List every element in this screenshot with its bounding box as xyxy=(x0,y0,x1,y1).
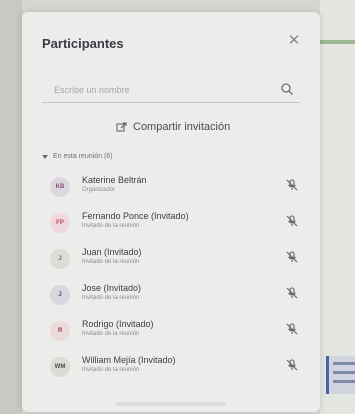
search-icon[interactable] xyxy=(280,82,294,96)
search-box xyxy=(42,78,300,103)
participant-row[interactable]: J Jose (Invitado) Invitado de la reunión xyxy=(36,276,312,312)
avatar: J xyxy=(50,249,70,269)
participant-role: Invitado de la reunión xyxy=(82,223,140,229)
participant-role: Organizador xyxy=(82,187,116,193)
mic-off-icon[interactable] xyxy=(285,358,299,372)
mic-off-icon[interactable] xyxy=(285,214,299,228)
participant-name: Katerine Beltrán xyxy=(82,175,147,185)
share-invitation-label: Compartir invitación xyxy=(133,121,231,133)
avatar: WM xyxy=(50,357,70,377)
participants-panel: Participantes ✕ Compartir invitación En … xyxy=(22,12,320,412)
panel-title: Participantes xyxy=(42,36,124,51)
participant-name: Rodrigo (Invitado) xyxy=(82,319,154,329)
participant-row[interactable]: KB Katerine Beltrán Organizador xyxy=(36,168,312,204)
participant-role: Invitado de la reunión xyxy=(82,259,140,265)
mic-off-icon[interactable] xyxy=(285,322,299,336)
panel-footer-bar xyxy=(116,402,226,406)
background-right xyxy=(320,0,355,414)
mic-off-icon[interactable] xyxy=(285,178,299,192)
share-icon xyxy=(116,122,127,131)
chevron-down-icon xyxy=(42,154,48,159)
background-left xyxy=(0,0,22,414)
participant-row[interactable]: J Juan (Invitado) Invitado de la reunión xyxy=(36,240,312,276)
participant-name: Fernando Ponce (Invitado) xyxy=(82,211,189,221)
participant-row[interactable]: WM William Mejía (Invitado) Invitado de … xyxy=(36,348,312,384)
participant-list: KB Katerine Beltrán Organizador FP Ferna… xyxy=(36,168,312,384)
avatar: J xyxy=(50,285,70,305)
close-icon[interactable]: ✕ xyxy=(285,32,303,50)
share-invitation-button[interactable]: Compartir invitación xyxy=(116,118,230,136)
participant-name: William Mejía (Invitado) xyxy=(82,355,176,365)
avatar: FP xyxy=(50,213,70,233)
participant-role: Invitado de la reunión xyxy=(82,295,140,301)
background-chat-bubble xyxy=(326,356,355,394)
section-label: En esta reunión (6) xyxy=(53,153,113,160)
participant-row[interactable]: R Rodrigo (Invitado) Invitado de la reun… xyxy=(36,312,312,348)
section-header-in-meeting[interactable]: En esta reunión (6) xyxy=(42,153,113,160)
mic-off-icon[interactable] xyxy=(285,286,299,300)
participant-name: Juan (Invitado) xyxy=(82,247,142,257)
mic-off-icon[interactable] xyxy=(285,250,299,264)
search-input[interactable] xyxy=(52,80,276,100)
avatar: R xyxy=(50,321,70,341)
participant-name: Jose (Invitado) xyxy=(82,283,142,293)
participant-row[interactable]: FP Fernando Ponce (Invitado) Invitado de… xyxy=(36,204,312,240)
participant-role: Invitado de la reunión xyxy=(82,367,140,373)
avatar: KB xyxy=(50,177,70,197)
participant-role: Invitado de la reunión xyxy=(82,331,140,337)
background-stripe xyxy=(320,40,355,44)
